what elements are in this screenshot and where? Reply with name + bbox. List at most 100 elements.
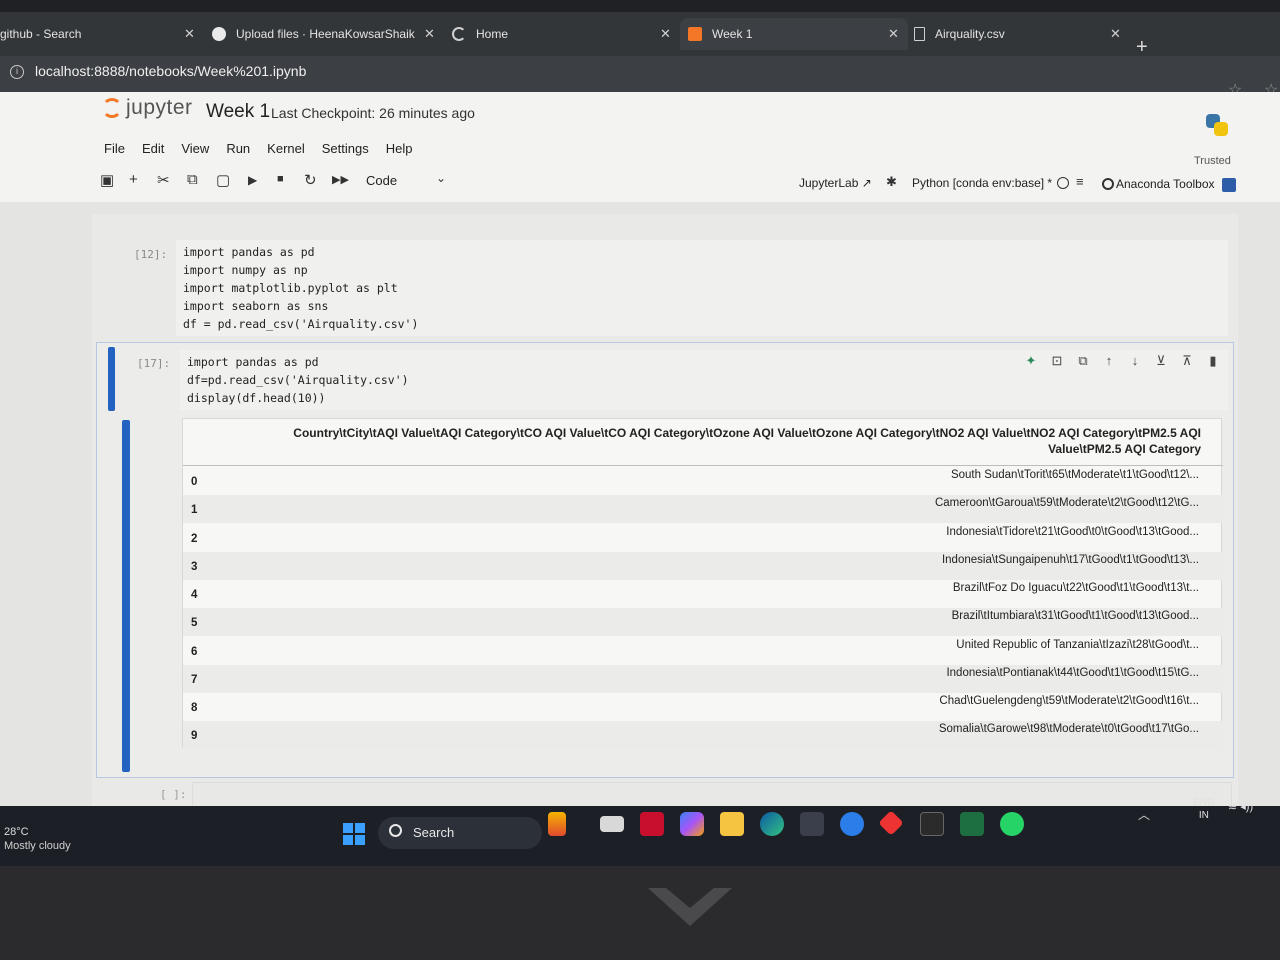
menu-view[interactable]: View <box>181 141 209 156</box>
code-view-icon[interactable]: ⊡ <box>1044 353 1070 369</box>
code-cell-1[interactable]: import pandas as pd import numpy as np i… <box>176 240 1228 336</box>
mcafee-icon[interactable] <box>640 812 664 836</box>
move-up-icon[interactable]: ↑ <box>1096 353 1122 369</box>
menu-lines-icon[interactable]: ≡ <box>1076 174 1084 189</box>
github-icon <box>212 27 226 41</box>
language-indicator[interactable]: ENG IN <box>1193 796 1215 822</box>
sparkle-icon[interactable]: ✦ <box>1018 353 1044 369</box>
cut-icon[interactable]: ✂ <box>157 171 170 189</box>
insert-above-icon[interactable]: ⊻ <box>1148 353 1174 369</box>
stop-icon[interactable]: ■ <box>277 173 284 185</box>
task-view-icon[interactable] <box>600 816 624 832</box>
fast-forward-icon[interactable]: ▶▶ <box>332 173 349 186</box>
tab-home[interactable]: Home ✕ <box>452 18 680 50</box>
add-cell-icon[interactable]: + <box>129 171 138 188</box>
debugger-icon[interactable]: ✱ <box>886 174 897 190</box>
address-bar: i localhost:8888/notebooks/Week%201.ipyn… <box>0 56 1280 99</box>
windows-taskbar: 28°C Mostly cloudy Search ︿ ENG IN ≋ ◂)) <box>0 797 1280 866</box>
tab-label: Home <box>476 27 509 41</box>
output-dataframe: Country\tCity\tAQI Value\tAQI Category\t… <box>182 418 1223 749</box>
row-index: 1 <box>191 504 198 516</box>
row-value: Brazil\tItumbiara\t31\tGood\t1\tGood\t13… <box>951 610 1199 622</box>
tab-week-1[interactable]: Week 1 ✕ <box>680 18 908 50</box>
insert-below-icon[interactable]: ⊼ <box>1174 353 1200 369</box>
menu-kernel[interactable]: Kernel <box>267 141 305 156</box>
cell-type-select[interactable]: Code <box>366 173 397 188</box>
tab-airquality-csv[interactable]: Airquality.csv ✕ <box>914 18 1124 50</box>
row-index: 7 <box>191 674 198 686</box>
row-index: 6 <box>191 646 198 658</box>
taskbar-search[interactable]: Search <box>378 817 542 849</box>
close-icon[interactable]: ✕ <box>660 26 671 42</box>
jupyterlab-link[interactable]: JupyterLab ↗ <box>799 176 872 190</box>
tab-label: Upload files · HeenaKowsarShaik <box>236 27 415 41</box>
table-header: Country\tCity\tAQI Value\tAQI Category\t… <box>243 425 1201 457</box>
row-value: Brazil\tFoz Do Iguacu\t22\tGood\t1\tGood… <box>952 582 1199 594</box>
weather-temperature[interactable]: 28°C <box>4 826 29 838</box>
copy-icon[interactable]: ⧉ <box>187 171 198 188</box>
tab-upload-files[interactable]: Upload files · HeenaKowsarShaik ✕ <box>212 18 444 50</box>
wifi-icon[interactable]: ≋ ◂)) <box>1228 800 1253 813</box>
region-code: IN <box>1198 810 1209 821</box>
weather-description[interactable]: Mostly cloudy <box>4 840 71 852</box>
table-row: 5 Brazil\tItumbiara\t31\tGood\t1\tGood\t… <box>183 608 1223 636</box>
menu-settings[interactable]: Settings <box>322 141 369 156</box>
row-index: 3 <box>191 561 198 573</box>
close-icon[interactable]: ✕ <box>184 26 195 42</box>
anaconda-toolbox-button[interactable]: Anaconda Toolbox <box>1116 177 1215 191</box>
jupyter-logo-text: jupyter <box>126 96 193 119</box>
excel-icon[interactable] <box>960 812 984 836</box>
terminal-icon[interactable] <box>920 812 944 836</box>
chevron-up-icon[interactable]: ︿ <box>1138 806 1150 823</box>
kernel-name[interactable]: Python [conda env:base] * <box>912 176 1052 190</box>
info-icon[interactable]: i <box>10 65 24 79</box>
row-value: Indonesia\tSungaipenuh\t17\tGood\t1\tGoo… <box>941 554 1199 566</box>
edge-icon[interactable] <box>760 812 784 836</box>
widget-app-icon[interactable] <box>548 812 566 836</box>
table-header-line-1: Country\tCity\tAQI Value\tAQI Category\t… <box>293 426 1201 440</box>
close-icon[interactable]: ✕ <box>1110 26 1121 42</box>
menu-edit[interactable]: Edit <box>142 141 164 156</box>
move-down-icon[interactable]: ↓ <box>1122 353 1148 369</box>
jupyter-logo[interactable]: jupyter <box>102 96 193 120</box>
paste-icon[interactable]: ▢ <box>216 171 230 189</box>
sidebar-toggle-icon[interactable] <box>1222 178 1236 192</box>
table-row: 7 Indonesia\tPontianak\t44\tGood\t1\tGoo… <box>183 665 1223 693</box>
row-value: Indonesia\tPontianak\t44\tGood\t1\tGood\… <box>946 667 1199 679</box>
row-value: Somalia\tGarowe\t98\tModerate\t0\tGood\t… <box>938 723 1199 735</box>
tab-github-search[interactable]: github - Search ✕ <box>0 18 200 50</box>
row-index: 8 <box>191 702 198 714</box>
table-row: 2 Indonesia\tTidore\t21\tGood\t0\tGood\t… <box>183 524 1223 552</box>
windows-start-icon[interactable] <box>343 823 365 845</box>
tab-label: github - Search <box>0 27 82 41</box>
menu-run[interactable]: Run <box>226 141 250 156</box>
cell-selection-bar[interactable] <box>108 347 115 411</box>
notebook-toolbar: ▣ + ✂ ⧉ ▢ ▶ ■ ↻ ▶▶ Code ⌄ JupyterLab ↗ ✱… <box>96 168 1246 196</box>
row-index: 4 <box>191 589 198 601</box>
file-explorer-icon[interactable] <box>720 812 744 836</box>
python-logo-icon <box>1206 114 1228 136</box>
restart-icon[interactable]: ↻ <box>304 171 317 189</box>
delete-icon[interactable]: ▮ <box>1200 353 1226 369</box>
output-collapse-bar[interactable] <box>122 420 130 772</box>
whatsapp-icon[interactable] <box>1000 812 1024 836</box>
store-icon[interactable] <box>800 812 824 836</box>
anaconda-icon <box>1102 178 1114 190</box>
notebook-title[interactable]: Week 1 <box>206 101 270 123</box>
save-icon[interactable]: ▣ <box>100 171 114 189</box>
chevron-down-icon[interactable]: ⌄ <box>436 171 446 185</box>
help-icon[interactable] <box>840 812 864 836</box>
tab-label: Airquality.csv <box>935 27 1005 41</box>
run-icon[interactable]: ▶ <box>248 173 257 187</box>
cell-prompt: [17]: <box>137 357 171 370</box>
close-icon[interactable]: ✕ <box>424 26 435 42</box>
row-index: 5 <box>191 617 198 629</box>
copilot-icon[interactable] <box>680 812 704 836</box>
menu-help[interactable]: Help <box>386 141 413 156</box>
close-icon[interactable]: ✕ <box>888 26 899 42</box>
trusted-indicator[interactable]: Trusted <box>1194 155 1231 167</box>
menu-file[interactable]: File <box>104 141 125 156</box>
url-field[interactable]: localhost:8888/notebooks/Week%201.ipynb <box>35 63 306 79</box>
red-diamond-app-icon[interactable] <box>878 810 904 836</box>
duplicate-icon[interactable]: ⧉ <box>1070 353 1096 369</box>
